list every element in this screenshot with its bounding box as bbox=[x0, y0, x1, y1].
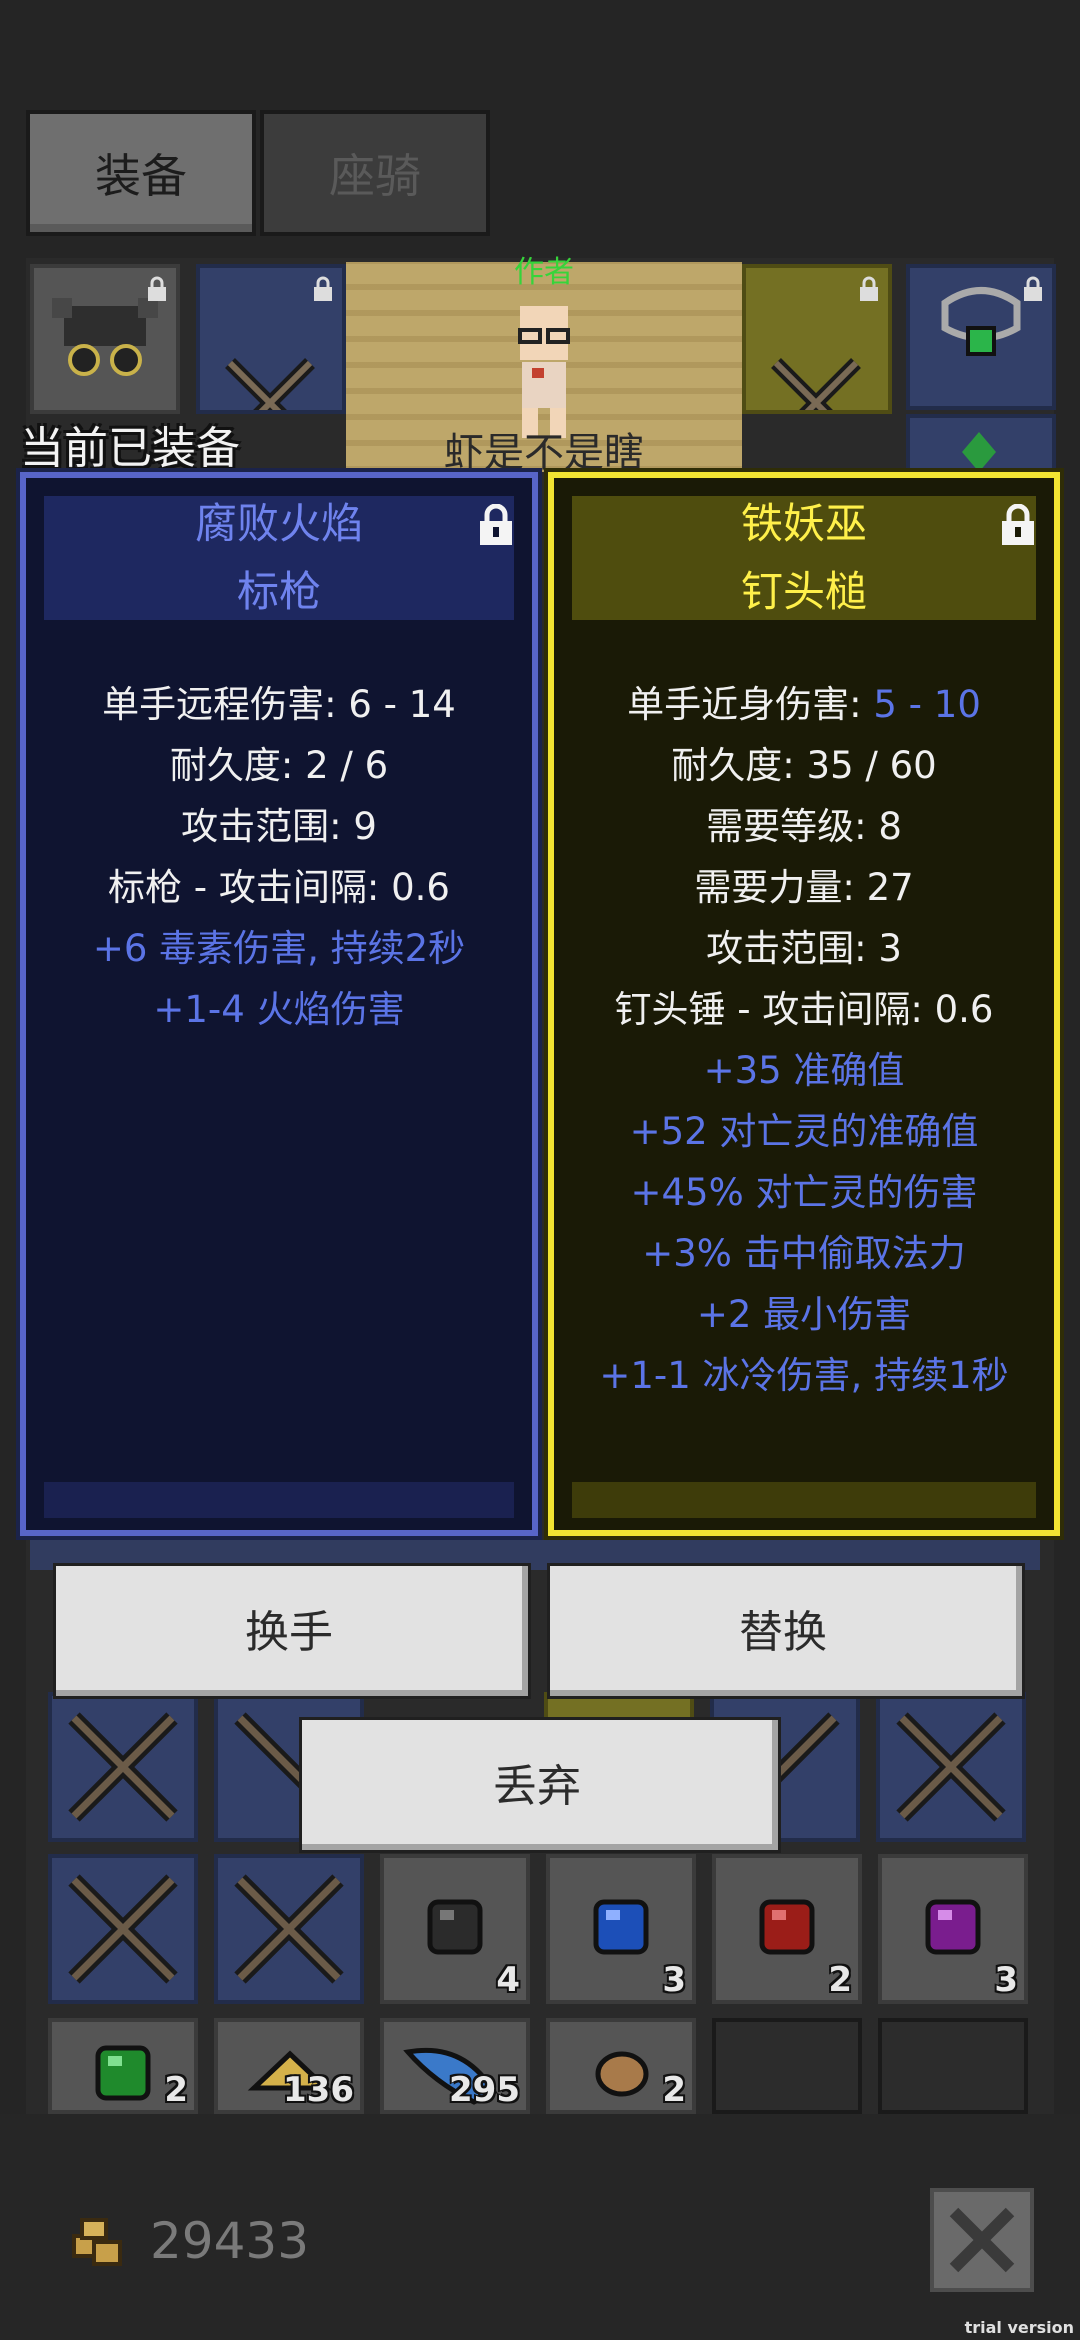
item-name-header: 腐败火焰 标枪 bbox=[44, 496, 514, 620]
stat-damage: 单手远程伤害: 6 - 14 bbox=[102, 683, 456, 726]
stat-bonus: +1-1 冰冷伤害, 持续1秒 bbox=[599, 1354, 1009, 1397]
item-count: 4 bbox=[496, 1960, 520, 2000]
equip-slot-helmet[interactable] bbox=[30, 264, 180, 414]
stat-bonus: +1-4 火焰伤害 bbox=[153, 988, 405, 1031]
character-name-label: 作者 bbox=[514, 255, 574, 290]
compare-item-card: 铁妖巫 钉头槌 单手近身伤害: 5 - 10 耐久度: 35 / 60 需要等级… bbox=[544, 468, 1064, 1540]
stat-bonus: +52 对亡灵的准确值 bbox=[629, 1110, 979, 1153]
crossed-sticks-icon bbox=[68, 1712, 178, 1822]
inventory-slot[interactable]: 3 bbox=[878, 1854, 1028, 2004]
equip-slot-weapon[interactable] bbox=[196, 264, 346, 438]
item-count: 2 bbox=[662, 2070, 686, 2110]
inventory-slot-empty[interactable] bbox=[712, 2018, 862, 2114]
swap-hand-button[interactable]: 换手 bbox=[56, 1566, 528, 1696]
item-count: 295 bbox=[449, 2070, 520, 2110]
card-footer bbox=[572, 1482, 1036, 1518]
character-scene: 作者 虾是不是瞎 bbox=[346, 258, 742, 476]
lock-icon bbox=[314, 276, 332, 301]
item-count: 3 bbox=[662, 1960, 686, 2000]
item-name-header: 铁妖巫 钉头槌 bbox=[572, 496, 1036, 620]
item-count: 2 bbox=[164, 2070, 188, 2110]
item-count: 3 bbox=[994, 1960, 1018, 2000]
lock-icon bbox=[148, 276, 166, 301]
stat-damage: 单手近身伤害: 5 - 10 bbox=[554, 674, 1054, 735]
stat-attack-interval: 标枪 - 攻击间隔: 0.6 bbox=[108, 866, 450, 909]
equip-slot-offhand[interactable] bbox=[742, 264, 892, 438]
gold-amount: 29433 bbox=[150, 2212, 310, 2270]
inventory-slot[interactable]: 136 bbox=[214, 2018, 364, 2114]
inventory-slot[interactable]: 295 bbox=[380, 2018, 530, 2114]
close-button[interactable] bbox=[930, 2188, 1034, 2292]
item-name-line1: 铁妖巫 bbox=[740, 499, 867, 548]
stat-attack-interval: 钉头锤 - 攻击间隔: 0.6 bbox=[614, 988, 994, 1031]
item-stats: 单手远程伤害: 6 - 14 耐久度: 2 / 6 攻击范围: 9 标枪 - 攻… bbox=[26, 674, 532, 1040]
stat-bonus: +35 准确值 bbox=[703, 1049, 905, 1092]
stat-damage-label: 单手近身伤害: bbox=[627, 683, 874, 726]
card-footer bbox=[44, 1482, 514, 1518]
discard-button[interactable]: 丢弃 bbox=[302, 1720, 778, 1850]
gold-coins-icon bbox=[72, 2218, 122, 2266]
stat-range: 攻击范围: 9 bbox=[181, 805, 377, 848]
lock-icon[interactable] bbox=[1000, 504, 1036, 546]
tab-mount[interactable]: 座骑 bbox=[260, 110, 490, 236]
crossed-sticks-icon bbox=[68, 1874, 178, 1984]
inventory-slot[interactable]: 2 bbox=[546, 2018, 696, 2114]
lock-icon[interactable] bbox=[478, 504, 514, 546]
inventory-slot[interactable] bbox=[48, 1854, 198, 2004]
gem-icon bbox=[962, 432, 996, 472]
inventory-slot[interactable]: 3 bbox=[546, 1854, 696, 2004]
lock-icon bbox=[860, 276, 878, 301]
stat-required-level: 需要等级: 8 bbox=[706, 805, 902, 848]
stat-durability: 耐久度: 35 / 60 bbox=[671, 744, 937, 787]
inventory-slot[interactable]: 2 bbox=[712, 1854, 862, 2004]
item-count: 136 bbox=[283, 2070, 354, 2110]
section-title: 当前已装备 bbox=[20, 423, 240, 474]
stat-bonus: +3% 击中偷取法力 bbox=[642, 1232, 966, 1275]
equip-slot-ring[interactable] bbox=[906, 414, 1056, 472]
inventory-slot[interactable]: 4 bbox=[380, 1854, 530, 2004]
inventory-slot-empty[interactable] bbox=[878, 2018, 1028, 2114]
close-icon bbox=[949, 2207, 1015, 2273]
chat-bubble-text: 虾是不是瞎 bbox=[444, 430, 644, 476]
item-name-line2: 钉头槌 bbox=[740, 567, 867, 616]
stat-range: 攻击范围: 3 bbox=[706, 927, 902, 970]
lock-icon bbox=[1024, 276, 1042, 301]
crossed-sticks-icon bbox=[234, 1874, 344, 1984]
stat-bonus: +6 毒素伤害, 持续2秒 bbox=[92, 927, 466, 970]
inventory-slot[interactable] bbox=[876, 1692, 1026, 1842]
watermark: trial version bbox=[964, 2318, 1074, 2337]
item-name-line1: 腐败火焰 bbox=[194, 499, 363, 548]
item-stats: 单手近身伤害: 5 - 10 耐久度: 35 / 60 需要等级: 8 需要力量… bbox=[554, 674, 1054, 1406]
stat-durability: 耐久度: 2 / 6 bbox=[169, 744, 389, 787]
equip-slot-amulet[interactable] bbox=[906, 264, 1056, 410]
item-count: 2 bbox=[828, 1960, 852, 2000]
stat-bonus: +2 最小伤害 bbox=[696, 1293, 912, 1336]
inventory-slot[interactable] bbox=[48, 1692, 198, 1842]
stat-damage-value: 5 - 10 bbox=[873, 683, 981, 726]
inventory-slot[interactable] bbox=[214, 1854, 364, 2004]
item-name-line2: 标枪 bbox=[236, 567, 321, 616]
stat-required-strength: 需要力量: 27 bbox=[694, 866, 914, 909]
inventory-slot[interactable]: 2 bbox=[48, 2018, 198, 2114]
stat-bonus: +45% 对亡灵的伤害 bbox=[630, 1171, 978, 1214]
tab-equipment[interactable]: 装备 bbox=[26, 110, 256, 236]
equipped-item-card: 腐败火焰 标枪 单手远程伤害: 6 - 14 耐久度: 2 / 6 攻击范围: … bbox=[16, 468, 542, 1540]
replace-button[interactable]: 替换 bbox=[550, 1566, 1022, 1696]
crossed-sticks-icon bbox=[896, 1712, 1006, 1822]
